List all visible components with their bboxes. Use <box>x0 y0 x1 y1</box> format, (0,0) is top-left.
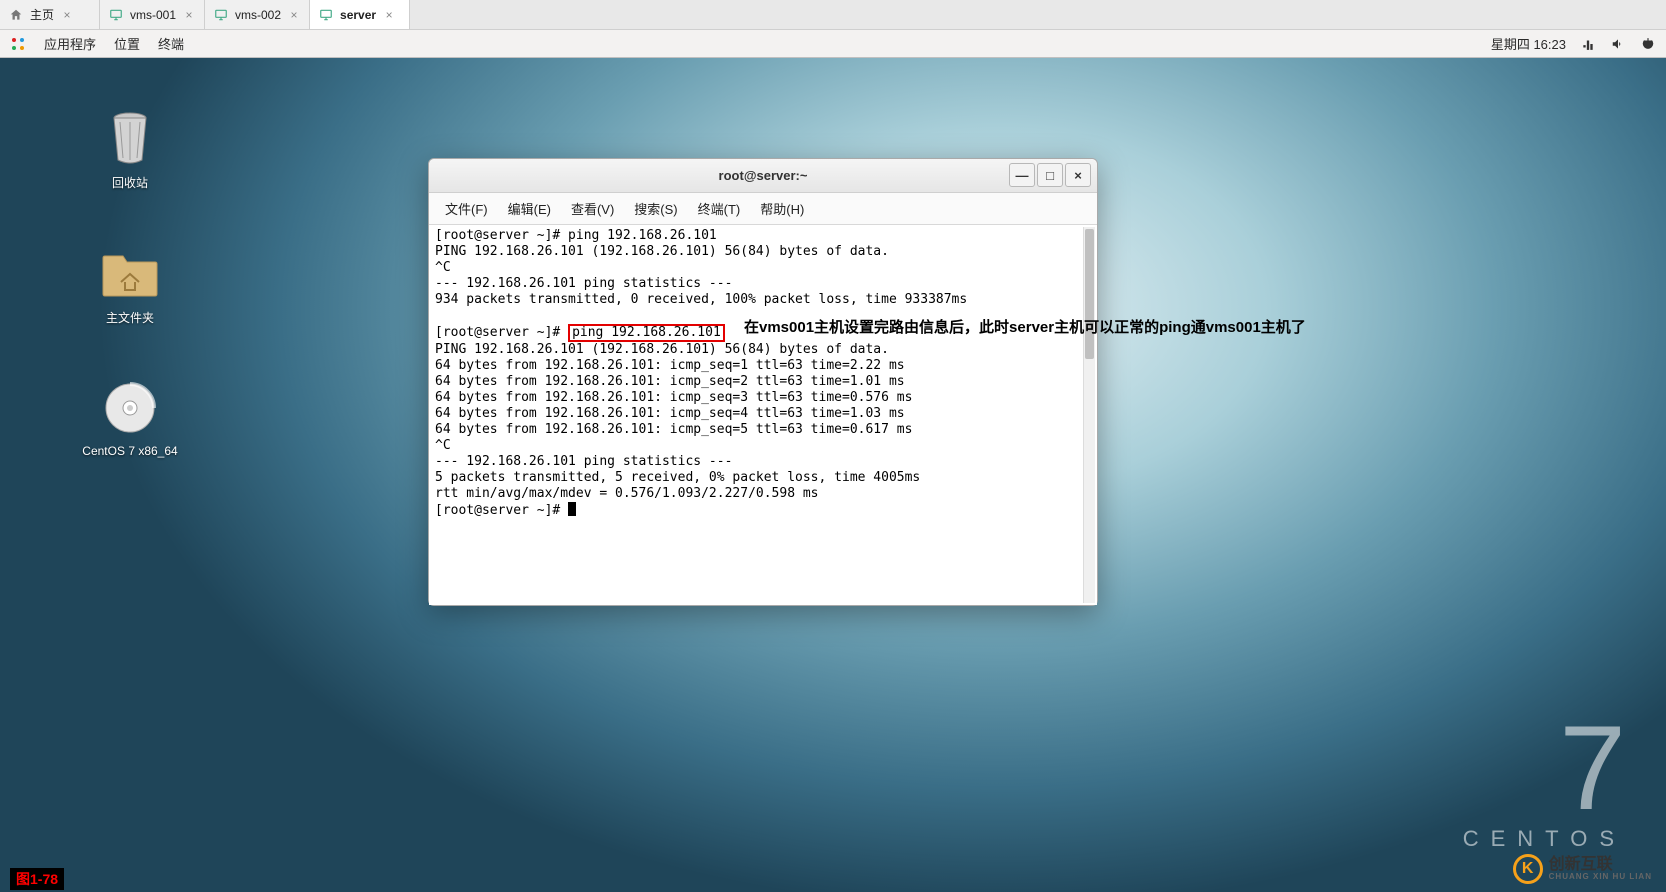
logo-icon: K <box>1513 854 1543 884</box>
logo-watermark: K 创新互联 CHUANG XIN HU LIAN <box>1513 854 1652 884</box>
trash-bin-icon <box>100 108 160 168</box>
menu-help[interactable]: 帮助(H) <box>752 197 812 220</box>
window-titlebar[interactable]: root@server:~ — □ × <box>429 159 1097 193</box>
term-line: 64 bytes from 192.168.26.101: icmp_seq=3… <box>435 390 912 405</box>
tab-label: 主页 <box>30 6 54 23</box>
clock[interactable]: 星期四 16:23 <box>1491 34 1566 53</box>
terminal-window[interactable]: root@server:~ — □ × 文件(F) 编辑(E) 查看(V) 搜索… <box>428 158 1098 606</box>
term-line: PING 192.168.26.101 (192.168.26.101) 56(… <box>435 342 889 357</box>
home-folder-icon[interactable]: 主文件夹 <box>80 243 180 326</box>
menu-terminal[interactable]: 终端(T) <box>690 197 749 220</box>
icon-label: CentOS 7 x86_64 <box>80 444 180 458</box>
centos-seven: 7 <box>1463 720 1626 816</box>
term-line: --- 192.168.26.101 ping statistics --- <box>435 454 732 469</box>
menu-view[interactable]: 查看(V) <box>563 197 622 220</box>
term-line: ^C <box>435 438 451 453</box>
tab-label: vms-002 <box>235 8 281 22</box>
term-line: 64 bytes from 192.168.26.101: icmp_seq=1… <box>435 358 905 373</box>
tab-home[interactable]: 主页 × <box>0 0 100 29</box>
tab-server[interactable]: server × <box>310 0 410 29</box>
window-buttons: — □ × <box>1009 163 1091 187</box>
home-icon <box>8 7 24 23</box>
applications-icon <box>10 36 26 52</box>
centos-disc-icon[interactable]: CentOS 7 x86_64 <box>80 378 180 458</box>
highlighted-command: ping 192.168.26.101 <box>568 324 725 342</box>
trash-icon[interactable]: 回收站 <box>80 108 180 191</box>
term-line: PING 192.168.26.101 (192.168.26.101) 56(… <box>435 244 889 259</box>
centos-word: CENTOS <box>1463 826 1626 852</box>
monitor-icon <box>108 7 124 23</box>
term-line: [root@server ~]# ping 192.168.26.101 <box>435 228 717 243</box>
term-prompt: [root@server ~]# <box>435 325 568 340</box>
network-icon[interactable] <box>1580 36 1596 52</box>
minimize-button[interactable]: — <box>1009 163 1035 187</box>
terminal-body[interactable]: [root@server ~]# ping 192.168.26.101 PIN… <box>429 225 1097 605</box>
menu-edit[interactable]: 编辑(E) <box>500 197 559 220</box>
maximize-button[interactable]: □ <box>1037 163 1063 187</box>
tab-strip: 主页 × vms-001 × vms-002 × server × <box>0 0 1666 30</box>
annotation-text: 在vms001主机设置完路由信息后，此时server主机可以正常的ping通vm… <box>744 316 1306 337</box>
centos-watermark: 7 CENTOS <box>1463 720 1626 852</box>
places-menu[interactable]: 位置 <box>114 34 140 53</box>
logo-cn: 创新互联 <box>1549 857 1652 873</box>
close-icon[interactable]: × <box>382 8 396 22</box>
menu-file[interactable]: 文件(F) <box>437 197 496 220</box>
term-line: --- 192.168.26.101 ping statistics --- <box>435 276 732 291</box>
gnome-top-panel: 应用程序 位置 终端 星期四 16:23 <box>0 30 1666 58</box>
menu-search[interactable]: 搜索(S) <box>626 197 685 220</box>
icon-label: 主文件夹 <box>80 309 180 326</box>
icon-label: 回收站 <box>80 174 180 191</box>
panel-right: 星期四 16:23 <box>1491 34 1656 53</box>
close-button[interactable]: × <box>1065 163 1091 187</box>
close-icon[interactable]: × <box>287 8 301 22</box>
term-line: 934 packets transmitted, 0 received, 100… <box>435 292 967 307</box>
power-icon[interactable] <box>1640 36 1656 52</box>
panel-left: 应用程序 位置 终端 <box>10 34 184 53</box>
terminal-menubar: 文件(F) 编辑(E) 查看(V) 搜索(S) 终端(T) 帮助(H) <box>429 193 1097 225</box>
terminal-scrollbar[interactable] <box>1083 227 1095 603</box>
logo-en: CHUANG XIN HU LIAN <box>1549 873 1652 881</box>
term-line: 64 bytes from 192.168.26.101: icmp_seq=4… <box>435 406 905 421</box>
applications-menu[interactable]: 应用程序 <box>44 34 96 53</box>
tab-label: vms-001 <box>130 8 176 22</box>
tab-label: server <box>340 8 376 22</box>
folder-icon <box>100 243 160 303</box>
scrollbar-thumb[interactable] <box>1085 229 1094 359</box>
term-line: 64 bytes from 192.168.26.101: icmp_seq=2… <box>435 374 905 389</box>
volume-icon[interactable] <box>1610 36 1626 52</box>
monitor-icon <box>318 7 334 23</box>
term-line: 5 packets transmitted, 5 received, 0% pa… <box>435 470 920 485</box>
term-line: 64 bytes from 192.168.26.101: icmp_seq=5… <box>435 422 912 437</box>
term-prompt: [root@server ~]# <box>435 503 568 518</box>
disc-icon <box>100 378 160 438</box>
tab-vms001[interactable]: vms-001 × <box>100 0 205 29</box>
close-icon[interactable]: × <box>182 8 196 22</box>
terminal-menu[interactable]: 终端 <box>158 34 184 53</box>
window-title: root@server:~ <box>719 168 808 183</box>
cursor-icon <box>568 502 576 516</box>
tab-vms002[interactable]: vms-002 × <box>205 0 310 29</box>
desktop[interactable]: 回收站 主文件夹 CentOS 7 x86_64 7 CENTOS roo <box>0 58 1666 892</box>
term-line: rtt min/avg/max/mdev = 0.576/1.093/2.227… <box>435 486 819 501</box>
monitor-icon <box>213 7 229 23</box>
term-line: ^C <box>435 260 451 275</box>
close-icon[interactable]: × <box>60 8 74 22</box>
figure-label: 图1-78 <box>10 868 64 890</box>
